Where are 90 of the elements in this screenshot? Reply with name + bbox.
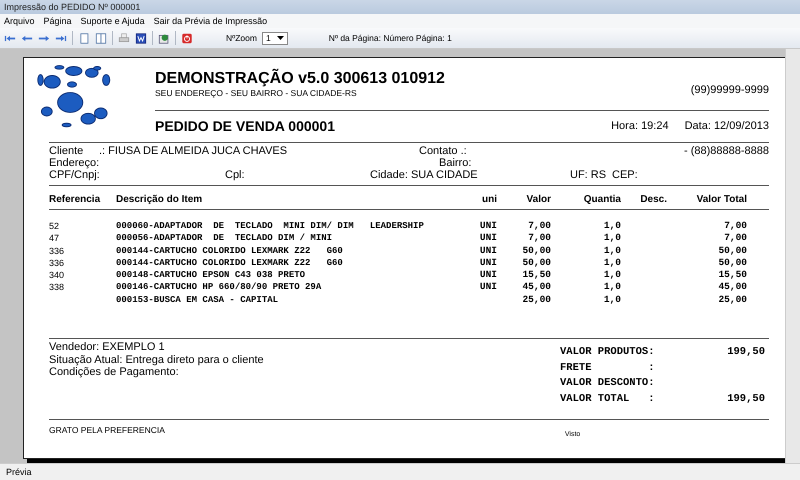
table-cell-text: UNI — [478, 281, 497, 294]
table-cell-text: 50,00 — [521, 256, 551, 270]
cpl-label: Cpl: — [225, 169, 246, 181]
printer-icon[interactable] — [118, 32, 130, 44]
cpf-label: CPF/Cnpj: — [49, 169, 101, 181]
table-cell-text: 000148-CARTUCHO EPSON C43 038 PRETO — [116, 269, 306, 282]
table-cell-text: 000144-CARTUCHO COLORIDO LEXMARK Z22 G60 — [116, 244, 344, 257]
table-cell-text: 1,0 — [602, 256, 621, 270]
total-label: VALOR DESCONTO: — [560, 376, 656, 391]
note-text: Situação Atual: Entrega direto para o cliente — [49, 354, 264, 366]
column-header: Quantia — [582, 194, 621, 205]
order-date: Data: 12/09/2013 — [684, 120, 769, 132]
table-cell-text: 338 — [49, 281, 66, 294]
table-cell-text: 45,00 — [521, 281, 551, 294]
city-label: Cidade: SUA CIDADE — [370, 169, 479, 181]
client-label: Cliente — [49, 145, 84, 157]
cep-label: CEP: — [612, 169, 638, 181]
table-cell-text: 47 — [49, 232, 60, 245]
table-cell-text: 336 — [49, 244, 66, 257]
table-cell-text: 1,0 — [602, 232, 621, 245]
company-phone: (99)99999-9999 — [690, 83, 769, 96]
column-header: Desc. — [639, 194, 667, 205]
table-cell-text: 50,00 — [521, 244, 551, 257]
table-cell-text: 1,0 — [602, 220, 621, 232]
document-w-icon[interactable] — [135, 32, 147, 44]
table-cell-text: 340 — [49, 269, 66, 282]
column-header: Descrição do Item — [116, 194, 204, 205]
total-value: 199,50 — [726, 345, 765, 360]
table-cell-text: 50,00 — [717, 244, 747, 257]
menu-item[interactable]: Sair da Prévia de Impressão — [154, 14, 268, 28]
total-label: VALOR TOTAL : — [560, 392, 656, 406]
menu-item[interactable]: Arquivo — [4, 14, 35, 28]
column-header: Valor Total — [696, 194, 747, 205]
column-header: uni — [481, 194, 497, 205]
table-cell-text: 7,00 — [527, 232, 551, 245]
order-time: Hora: 19:24 — [611, 120, 669, 132]
scrollbar[interactable] — [785, 49, 800, 463]
table-cell-text: 1,0 — [602, 281, 621, 294]
column-header: Referencia — [49, 194, 102, 205]
table-cell-text: 15,50 — [521, 269, 551, 282]
window-title: Impressão do PEDIDO Nº 000001 — [0, 0, 800, 14]
table-cell-text: 000153-BUSCA EM CASA - CAPITAL — [116, 294, 280, 306]
state-label: UF: RS — [570, 169, 608, 181]
client-name: .: FIUSA DE ALMEIDA JUCA CHAVES — [99, 145, 288, 157]
table-cell-text: 50,00 — [717, 256, 747, 270]
note-text: Condições de Pagamento: — [49, 366, 180, 378]
contact-phone: - (88)88888-8888 — [684, 145, 769, 157]
district-label: Bairro: — [439, 157, 472, 169]
table-cell-text: 15,50 — [717, 269, 747, 282]
table-cell-text: 45,00 — [717, 281, 747, 294]
table-cell-text: UNI — [478, 269, 497, 282]
table-cell-text: 000144-CARTUCHO COLORIDO LEXMARK Z22 G60 — [116, 256, 344, 270]
menu-item[interactable]: Página — [44, 14, 72, 28]
table-cell-text: 1,0 — [602, 269, 621, 282]
thanks-text: GRATO PELA PREFERENCIA — [49, 425, 165, 437]
single-page-icon[interactable] — [78, 32, 90, 44]
caret-icon — [276, 36, 284, 40]
table-cell-text: UNI — [478, 220, 497, 232]
table-cell-text: 52 — [49, 220, 60, 232]
table-cell-text: 25,00 — [717, 294, 747, 306]
zoom-label: NºZoom — [226, 33, 257, 43]
table-cell-text: 336 — [49, 256, 66, 270]
table-cell-text: 7,00 — [527, 220, 551, 232]
page-number-label: Nº da Página: Número Página: 1 — [328, 33, 452, 43]
contact-label: Contato .: — [419, 145, 468, 157]
company-name: DEMONSTRAÇÃO v5.0 300613 010912 — [155, 70, 445, 88]
table-cell-text: 1,0 — [602, 244, 621, 257]
table-cell-text: 1,0 — [602, 294, 621, 306]
table-cell-text: 000060-ADAPTADOR DE TECLADO MINI DIM/ DIM LEADERSHIP — [116, 220, 425, 232]
column-header: Valor — [526, 194, 551, 205]
table-cell-text: 25,00 — [521, 294, 551, 306]
table-cell-text: UNI — [478, 244, 497, 257]
total-label: FRETE : — [560, 360, 656, 376]
note-text: Vendedor: EXEMPLO 1 — [49, 341, 166, 354]
address-label: Endereço: — [49, 157, 100, 169]
total-label: VALOR PRODUTOS: — [560, 345, 656, 360]
menu-item[interactable]: Suporte e Ajuda — [80, 14, 145, 28]
table-cell-text: 7,00 — [723, 220, 747, 232]
company-address: SEU ENDEREÇO - SEU BAIRRO - SUA CIDADE-RS — [155, 88, 358, 98]
power-icon[interactable] — [181, 32, 193, 44]
table-cell-text: 7,00 — [723, 232, 747, 245]
two-pages-icon[interactable] — [95, 32, 107, 44]
order-title: PEDIDO DE VENDA 000001 — [155, 118, 336, 134]
export-icon[interactable] — [158, 32, 170, 44]
table-cell-text: UNI — [478, 232, 497, 245]
table-cell-text: 000146-CARTUCHO HP 660/80/90 PRETO 29A — [116, 281, 322, 294]
zoom-dropdown[interactable]: 1 — [262, 32, 288, 44]
total-value: 199,50 — [726, 392, 765, 406]
table-cell-text: 000056-ADAPTADOR DE TECLADO DIM / MINI — [116, 232, 334, 245]
table-cell-text: UNI — [478, 256, 497, 270]
